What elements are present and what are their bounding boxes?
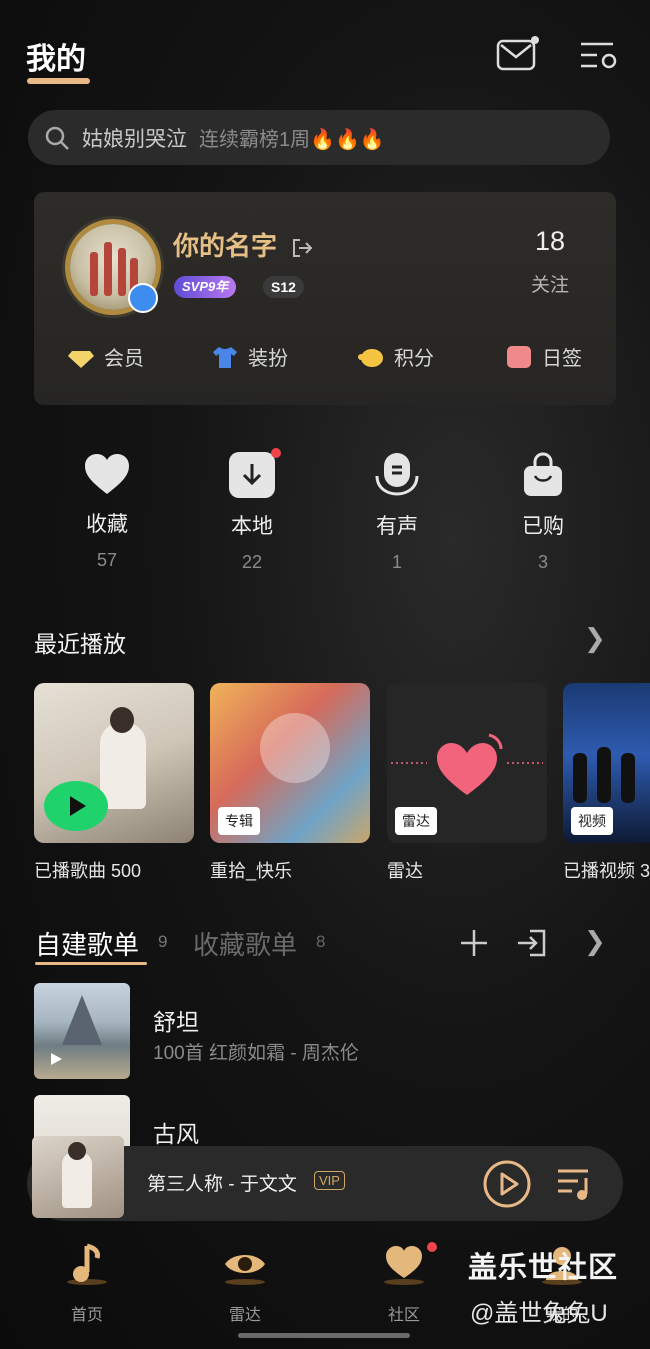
playlist-name: 舒坦 — [153, 1009, 199, 1035]
recent-cover: 雷达 — [387, 683, 547, 843]
nav-radar[interactable]: 雷达 — [200, 1242, 290, 1325]
vip-badge: VIP — [314, 1171, 345, 1190]
stat-audiobook[interactable]: 有声 1 — [342, 452, 452, 573]
perk-label: 会员 — [104, 348, 144, 370]
new-dot — [427, 1242, 437, 1252]
recent-cover — [34, 683, 194, 843]
tab-created-playlists[interactable]: 自建歌单 — [35, 925, 139, 962]
tab-created-count: 9 — [158, 932, 168, 951]
recent-item[interactable]: 专辑 重拾_快乐 — [210, 683, 370, 883]
search-icon — [45, 126, 69, 150]
level-badge[interactable]: S12 — [263, 276, 304, 298]
audiobook-icon — [375, 453, 419, 496]
home-indicator[interactable] — [238, 1333, 410, 1338]
stat-count: 3 — [537, 552, 548, 572]
search-query: 姑娘别哭泣 — [82, 127, 187, 151]
recent-item[interactable]: 视频 已播视频 3 — [563, 683, 650, 883]
stat-label: 收藏 — [86, 513, 128, 536]
logout-icon[interactable] — [290, 237, 314, 259]
play-pause-icon[interactable] — [482, 1159, 532, 1209]
perk-daily[interactable]: 日签 — [506, 342, 582, 371]
import-playlist-icon[interactable] — [516, 928, 548, 958]
tab-collected-count: 8 — [316, 932, 326, 951]
stat-label: 本地 — [231, 515, 273, 538]
tab-underline — [35, 962, 147, 965]
recent-item[interactable]: 已播歌曲 500 — [34, 683, 194, 883]
chevron-right-icon[interactable]: ❯ — [584, 926, 606, 957]
search-hint: 连续霸榜1周🔥🔥🔥 — [199, 129, 385, 151]
heart-icon — [85, 454, 129, 494]
follow-label[interactable]: 关注 — [520, 270, 580, 297]
stat-favorites[interactable]: 收藏 57 — [52, 452, 162, 571]
playlist-item[interactable]: 舒坦 100首 红颜如霜 - 周杰伦 — [34, 983, 594, 1079]
nav-label: 社区 — [387, 1307, 420, 1324]
stat-label: 已购 — [522, 515, 564, 538]
svp-badge[interactable]: SVP9年 — [174, 276, 237, 298]
stat-purchased[interactable]: 已购 3 — [488, 452, 598, 573]
recent-cover: 视频 — [563, 683, 650, 843]
shirt-icon — [213, 346, 237, 368]
play-icon — [51, 1053, 62, 1065]
heart-chat-icon — [384, 1246, 424, 1285]
diamond-icon — [68, 350, 94, 368]
perk-member[interactable]: 会员 — [68, 342, 144, 371]
recent-cover: 专辑 — [210, 683, 370, 843]
recent-caption: 雷达 — [387, 861, 423, 881]
add-playlist-icon[interactable] — [459, 928, 489, 958]
piggy-icon — [358, 348, 383, 367]
watermark-author: @盖世兔兔U — [470, 1300, 608, 1327]
user-name-text: 你的名字 — [173, 231, 278, 261]
stat-label: 有声 — [376, 515, 418, 538]
settings-menu-icon[interactable] — [578, 38, 620, 74]
play-button-icon[interactable] — [44, 781, 108, 831]
mail-icon[interactable] — [494, 34, 540, 74]
now-playing-cover[interactable] — [32, 1136, 124, 1218]
playlist-sub: 100首 红颜如霜 - 周杰伦 — [153, 1043, 359, 1064]
tag-album: 专辑 — [218, 807, 260, 835]
search-bar[interactable]: 姑娘别哭泣 连续霸榜1周🔥🔥🔥 — [28, 110, 610, 165]
stat-local[interactable]: 本地 22 — [197, 448, 307, 573]
nav-home[interactable]: 首页 — [42, 1242, 132, 1325]
stat-count: 22 — [241, 552, 263, 572]
qq-badge-icon — [128, 283, 158, 313]
page-title: 我的 — [26, 43, 86, 76]
recent-caption: 已播歌曲 500 — [34, 861, 142, 881]
perk-label: 装扮 — [248, 348, 288, 370]
bag-icon — [524, 452, 562, 496]
user-name[interactable]: 你的名字 — [173, 226, 314, 263]
watermark-title: 盖乐世社区 — [468, 1252, 619, 1284]
eye-icon — [225, 1255, 265, 1285]
nav-label: 首页 — [70, 1307, 103, 1324]
title-underline — [27, 78, 90, 84]
recent-title: 最近播放 — [34, 631, 126, 657]
calendar-icon — [507, 345, 531, 368]
nav-community[interactable]: 社区 — [359, 1242, 449, 1325]
follow-count[interactable]: 18 — [520, 226, 580, 257]
tab-collected-playlists[interactable]: 收藏歌单 — [193, 925, 297, 962]
playlist-name: 古风 — [153, 1121, 199, 1147]
now-playing-title[interactable]: 第三人称 - 于文文 — [147, 1169, 297, 1196]
perk-label: 积分 — [394, 348, 434, 370]
chevron-right-icon[interactable]: ❯ — [584, 623, 606, 654]
nav-label: 雷达 — [228, 1307, 261, 1324]
stat-count: 57 — [96, 550, 118, 570]
download-icon — [229, 448, 281, 498]
stat-count: 1 — [391, 552, 402, 572]
recent-caption: 重拾_快乐 — [210, 861, 293, 881]
perk-points[interactable]: 积分 — [358, 342, 434, 371]
playlist-queue-icon[interactable] — [556, 1166, 594, 1202]
recent-item[interactable]: 雷达 雷达 — [387, 683, 547, 883]
music-note-icon — [67, 1243, 107, 1285]
perk-dress[interactable]: 装扮 — [212, 342, 288, 371]
tag-radar: 雷达 — [395, 807, 437, 835]
new-dot — [271, 448, 281, 458]
tag-video: 视频 — [571, 807, 613, 835]
playlist-cover — [34, 983, 130, 1079]
recent-caption: 已播视频 3 — [563, 861, 650, 881]
perk-label: 日签 — [542, 348, 582, 370]
